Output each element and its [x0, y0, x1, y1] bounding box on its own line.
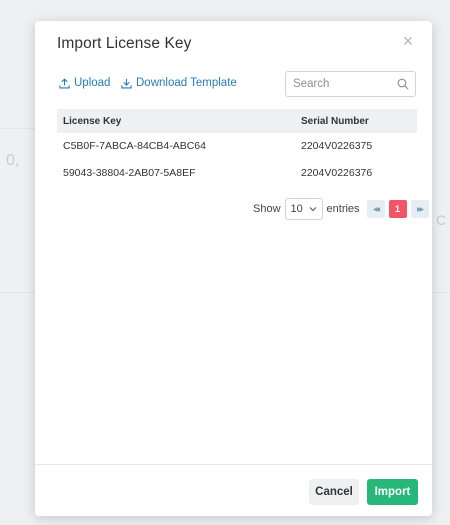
page-size-select[interactable]: 10 [284, 198, 323, 220]
previous-page-button[interactable]: ◀◀ [366, 200, 385, 218]
dialog-title: Import License Key [57, 35, 192, 52]
double-chevron-left-icon: ◀◀ [372, 206, 380, 213]
upload-button[interactable]: Upload [59, 77, 110, 89]
pagination: Show 10 entries ◀◀ 1 ▶▶ [253, 198, 429, 220]
entries-label: entries [326, 203, 360, 215]
table-row[interactable]: C5B0F-7ABCA-84CB4-ABC64 2204V0226375 [57, 134, 417, 160]
show-label: Show [253, 203, 281, 215]
background-divider [0, 292, 35, 293]
download-template-label: Download Template [136, 77, 237, 89]
import-license-key-dialog: Import License Key × Upload Download Tem… [35, 21, 432, 516]
column-header-serial-number[interactable]: Serial Number [301, 116, 369, 127]
footer-divider [35, 464, 432, 465]
chevron-down-icon [309, 207, 316, 212]
download-icon [121, 78, 132, 88]
table-header: License Key Serial Number [57, 109, 417, 133]
search-icon[interactable] [397, 78, 409, 90]
search-field [285, 71, 416, 97]
background-divider [432, 292, 450, 293]
serial-number-cell: 2204V0226376 [301, 167, 373, 179]
double-chevron-right-icon: ▶▶ [416, 206, 424, 213]
serial-number-cell: 2204V0226375 [301, 140, 373, 152]
next-page-button[interactable]: ▶▶ [410, 200, 429, 218]
license-key-cell: C5B0F-7ABCA-84CB4-ABC64 [63, 140, 206, 152]
background-divider [0, 128, 35, 129]
import-button[interactable]: Import [367, 479, 418, 505]
cancel-button[interactable]: Cancel [309, 479, 359, 505]
upload-icon [59, 77, 70, 88]
column-header-license-key[interactable]: License Key [63, 116, 121, 127]
search-input[interactable] [286, 72, 415, 96]
background-text: C [436, 212, 447, 228]
page-size-value: 10 [290, 203, 303, 215]
download-template-button[interactable]: Download Template [121, 77, 237, 89]
close-icon[interactable]: × [398, 31, 418, 51]
page-button-1[interactable]: 1 [388, 200, 407, 218]
table-row[interactable]: 59043-38804-2AB07-5A8EF 2204V0226376 [57, 161, 417, 187]
license-key-cell: 59043-38804-2AB07-5A8EF [63, 167, 196, 179]
upload-label: Upload [74, 77, 111, 89]
background-text: 0, [6, 152, 20, 169]
